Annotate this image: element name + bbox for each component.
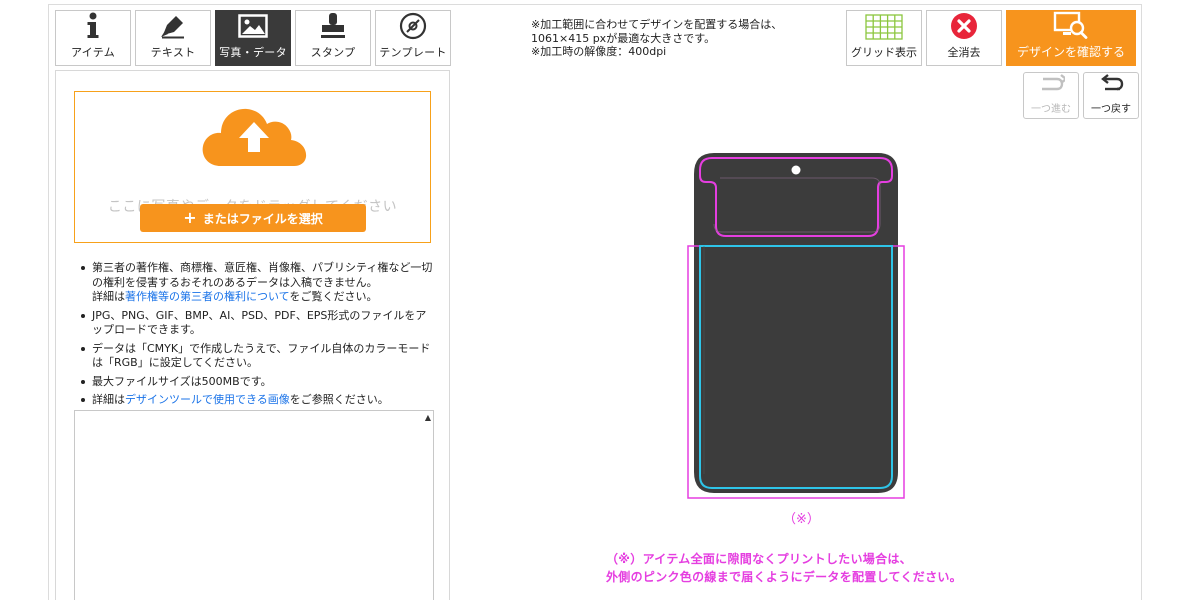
select-file-label: またはファイルを選択 (202, 211, 323, 226)
design-canvas[interactable] (686, 152, 908, 506)
uploaded-images-list[interactable]: ▲ (74, 410, 434, 600)
upload-notes: 第三者の著作権、商標権、意匠権、肖像権、パブリシティ権など一切の権利を侵害するお… (78, 261, 434, 412)
undo-button[interactable]: 一つ戻す (1083, 72, 1139, 119)
note-details-suffix: をご参照ください。 (289, 393, 389, 406)
upload-dropzone[interactable]: ここに写真やデータをドラッグしてください + またはファイルを選択 (74, 91, 431, 243)
info-line-2: 1061×415 pxが最適な大きさです。 (531, 31, 716, 45)
bleed-message-line-1: （※）アイテム全面に隙間なくプリントしたい場合は、 (606, 552, 912, 566)
clear-all-label: 全消去 (947, 46, 981, 59)
item-body (694, 153, 898, 493)
redo-button[interactable]: 一つ進む (1023, 72, 1079, 119)
note-rights-prefix: 詳細は (92, 290, 125, 303)
grid-toggle-label: グリッド表示 (851, 46, 917, 59)
tab-item-label: アイテム (70, 46, 116, 59)
tab-text[interactable]: テキスト (135, 10, 211, 66)
item-preview (687, 153, 905, 499)
confirm-design-button[interactable]: デザインを確認する (1006, 10, 1136, 66)
note-rights-suffix: をご覧ください。 (289, 290, 378, 303)
rights-link[interactable]: 著作権等の第三者の権利について (125, 290, 289, 303)
disc-icon (399, 11, 427, 41)
info-line-3: ※加工時の解像度：400dpi (531, 45, 667, 58)
bleed-message: （※）アイテム全面に隙間なくプリントしたい場合は、 外側のピンク色の線まで届くよ… (606, 550, 962, 586)
usable-images-link[interactable]: デザインツールで使用できる画像 (125, 393, 290, 406)
plus-icon: + (183, 208, 197, 227)
grid-toggle-button[interactable]: グリッド表示 (846, 10, 922, 66)
info-line-1: ※加工範囲に合わせてデザインを配置する場合は、 (531, 18, 783, 31)
note-filesize: 最大ファイルサイズは500MBです。 (78, 375, 434, 390)
note-details-prefix: 詳細は (92, 393, 125, 406)
close-circle-icon (950, 12, 978, 40)
image-icon (238, 11, 268, 41)
info-icon (86, 11, 100, 41)
tab-stamp-label: スタンプ (310, 46, 356, 59)
note-rights: 第三者の著作権、商標権、意匠権、肖像権、パブリシティ権など一切の権利を侵害するお… (78, 261, 434, 305)
tab-text-label: テキスト (150, 46, 196, 59)
note-rights-text: 第三者の著作権、商標権、意匠権、肖像権、パブリシティ権など一切の権利を侵害するお… (92, 261, 433, 289)
tab-photo-data-label: 写真・データ (219, 46, 287, 59)
redo-arrow-icon (1037, 72, 1068, 100)
tab-stamp[interactable]: スタンプ (295, 10, 371, 66)
resolution-info: ※加工範囲に合わせてデザインを配置する場合は、 1061×415 pxが最適な大… (531, 18, 782, 59)
monitor-search-icon (1053, 11, 1089, 39)
pen-icon (159, 11, 187, 41)
clear-all-button[interactable]: 全消去 (926, 10, 1002, 66)
cloud-upload-icon (199, 100, 309, 174)
select-file-button[interactable]: + またはファイルを選択 (140, 204, 366, 232)
tab-template-label: テンプレート (379, 46, 447, 59)
canvas-note-mark: （※） (783, 512, 820, 527)
tool-tabs: アイテム テキスト 写真・データ スタンプ テンプレート (55, 10, 451, 66)
bleed-message-line-2: 外側のピンク色の線まで届くようにデータを配置してください。 (606, 570, 962, 584)
undo-label: 一つ戻す (1091, 104, 1131, 115)
grid-icon (865, 14, 903, 40)
tab-photo-data[interactable]: 写真・データ (215, 10, 291, 66)
tab-item[interactable]: アイテム (55, 10, 131, 66)
confirm-design-label: デザインを確認する (1016, 45, 1125, 59)
note-details: 詳細はデザインツールで使用できる画像をご参照ください。 (78, 393, 434, 408)
note-colormode: データは「CMYK」で作成したうえで、ファイル自体のカラーモードは「RGB」に設… (78, 342, 434, 371)
undo-arrow-icon (1097, 72, 1125, 100)
left-panel: ここに写真やデータをドラッグしてください + またはファイルを選択 第三者の著作… (55, 70, 450, 600)
redo-label: 一つ進む (1031, 104, 1071, 115)
stamp-icon (319, 11, 347, 41)
note-formats: JPG、PNG、GIF、BMP、AI、PSD、PDF、EPS形式のファイルをアッ… (78, 309, 434, 338)
scroll-up-arrow-icon[interactable]: ▲ (425, 413, 431, 422)
tab-template[interactable]: テンプレート (375, 10, 451, 66)
strap-hole (791, 165, 801, 175)
